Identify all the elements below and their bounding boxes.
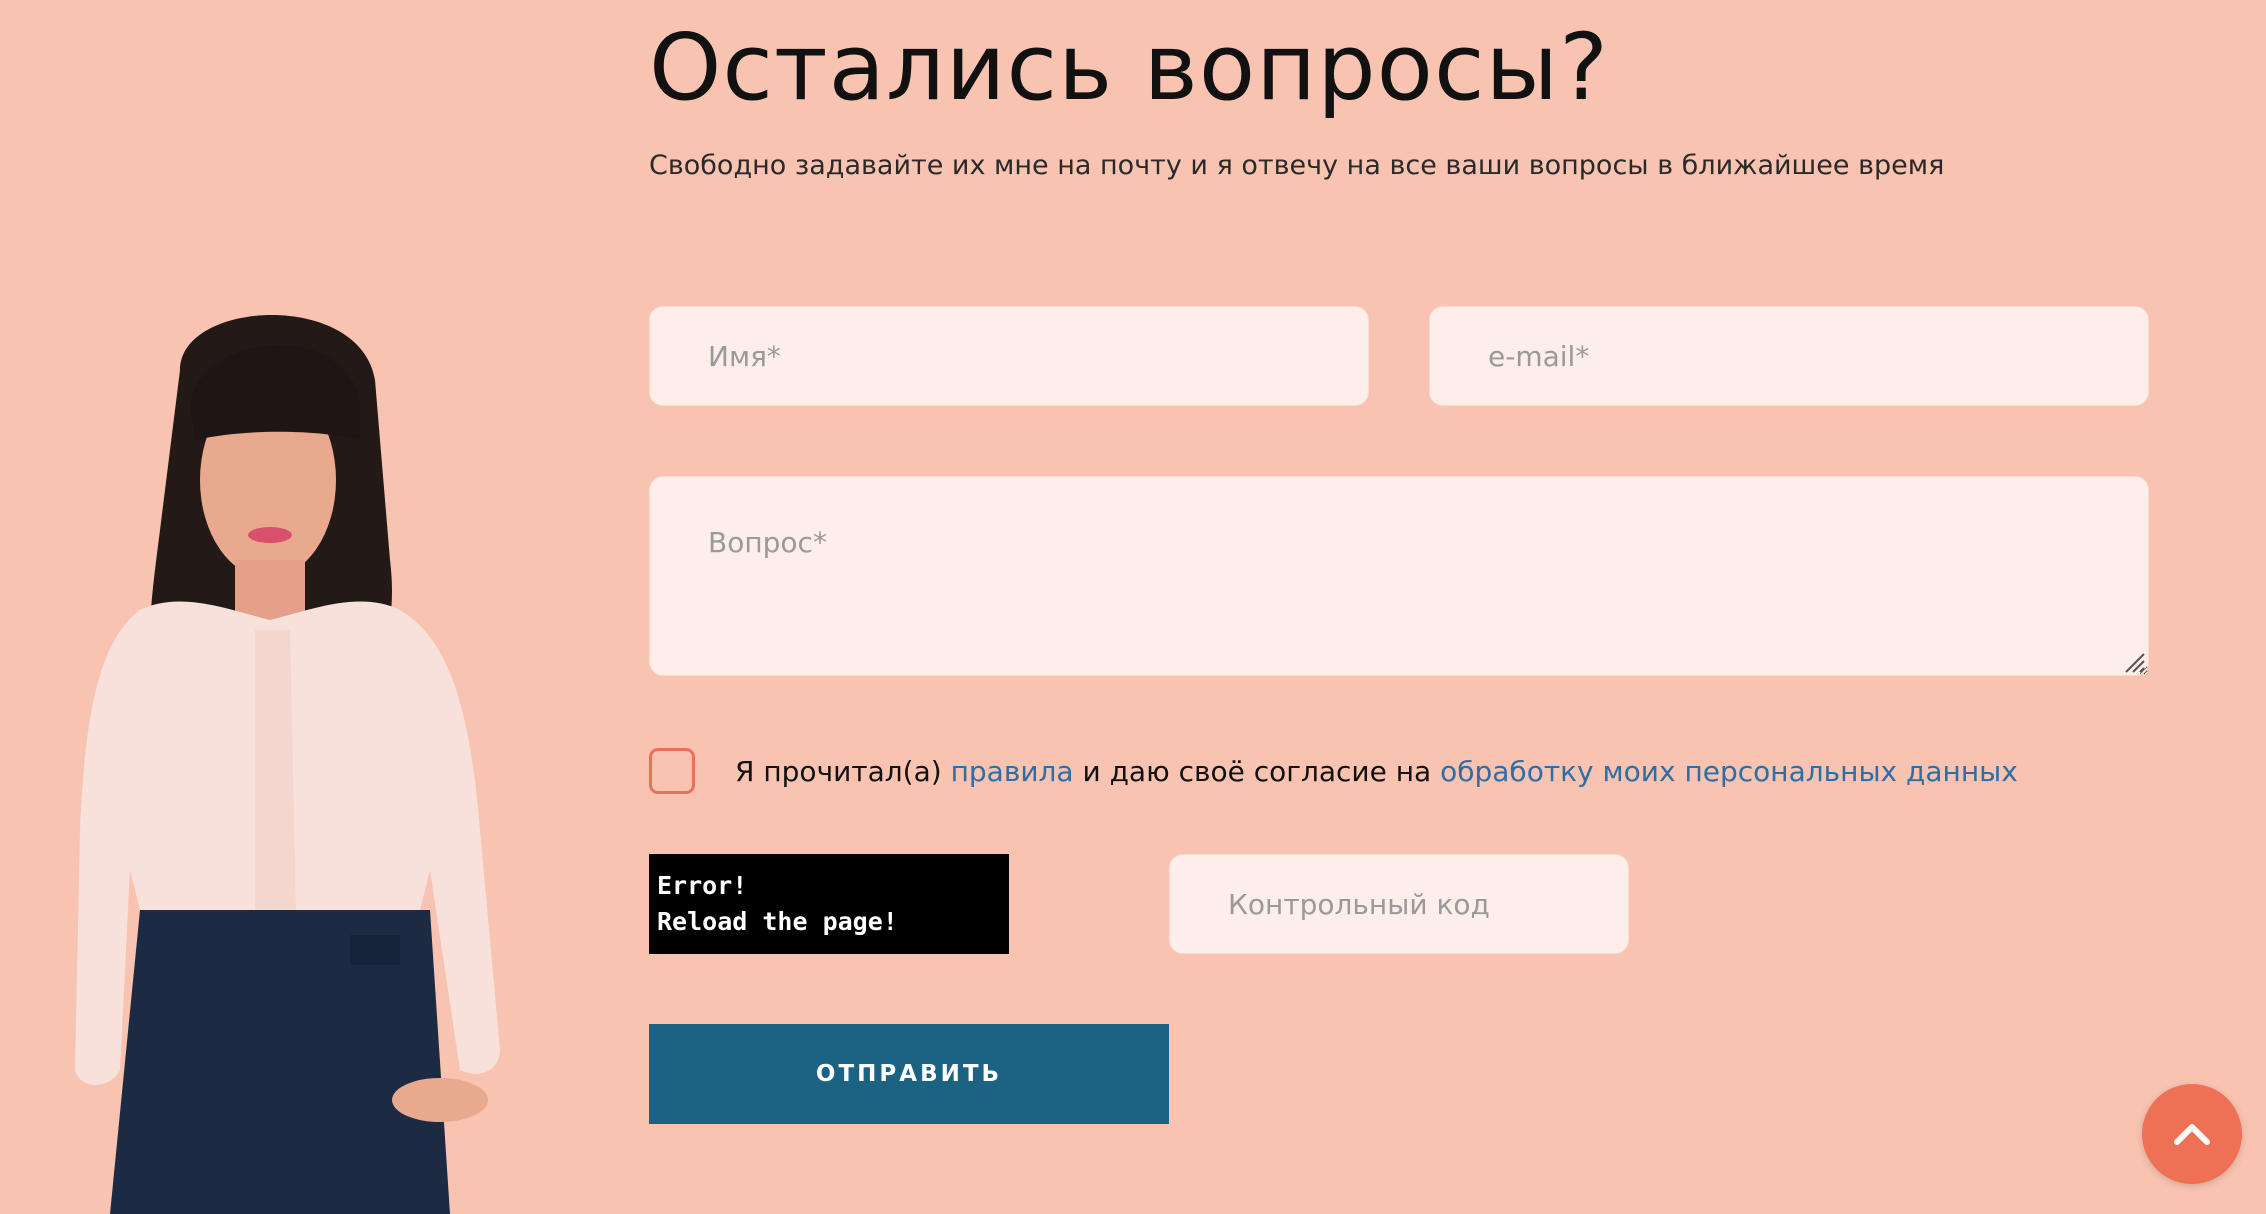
captcha-reload-text: Reload the page! [657,907,898,936]
consent-checkbox[interactable] [649,748,695,794]
page-subtitle: Свободно задавайте их мне на почту и я о… [649,150,1945,181]
resize-grip-icon[interactable] [2122,650,2146,674]
name-input[interactable] [649,306,1369,406]
feedback-section: Остались вопросы? Свободно задавайте их … [0,0,2266,1214]
email-input[interactable] [1429,306,2149,406]
consent-row: Я прочитал(а) правила и даю своё согласи… [649,746,2018,796]
consent-text-middle: и даю своё согласие на [1073,754,1441,788]
privacy-policy-link[interactable]: обработку моих персональных данных [1440,755,2018,788]
control-code-input[interactable] [1169,854,1629,954]
captcha-error-text: Error! [657,871,748,900]
question-textarea[interactable] [649,476,2149,676]
scroll-to-top-button[interactable] [2142,1084,2242,1184]
consent-label: Я прочитал(а) правила и даю своё согласи… [735,755,2018,788]
consent-text-before: Я прочитал(а) [735,754,951,788]
captcha-image: Error! Reload the page! [649,854,1009,954]
rules-link[interactable]: правила [951,755,1074,788]
chevron-up-icon [2174,1124,2210,1145]
page-title: Остались вопросы? [649,14,1609,121]
submit-button[interactable]: ОТПРАВИТЬ [649,1024,1169,1124]
author-photo [30,310,630,1214]
